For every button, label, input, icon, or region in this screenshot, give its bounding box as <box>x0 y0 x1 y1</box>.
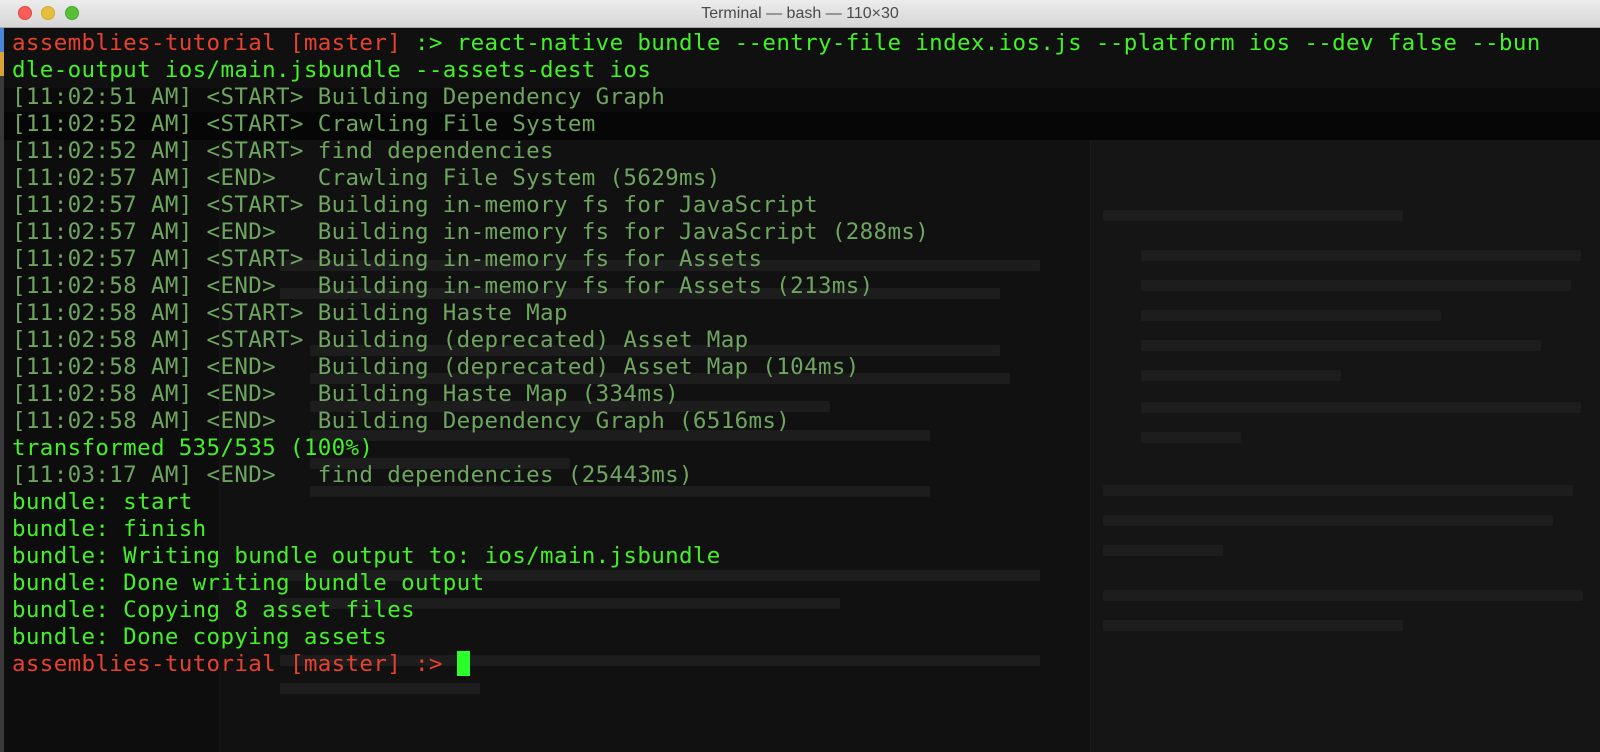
log-line: [11:02:58 AM] <END> Building (deprecated… <box>12 354 860 380</box>
log-line: [11:02:58 AM] <END> Building in-memory f… <box>12 273 874 299</box>
log-line: [11:02:52 AM] <START> Crawling File Syst… <box>12 111 596 137</box>
text-cursor <box>456 651 470 676</box>
prompt-dir: assemblies-tutorial <box>12 651 277 677</box>
log-line: [11:02:58 AM] <END> Building Dependency … <box>12 408 791 434</box>
log-line: [11:02:58 AM] <START> Building (deprecat… <box>12 327 749 353</box>
command-line: assemblies-tutorial [master] :> react-na… <box>12 30 1592 57</box>
bundle-line: bundle: Done copying assets <box>12 624 388 650</box>
bundle-line: bundle: start <box>12 489 193 515</box>
command-continuation: dle-output ios/main.jsbundle --assets-de… <box>12 57 652 83</box>
log-line: [11:02:51 AM] <START> Building Dependenc… <box>12 84 666 110</box>
bundle-line: bundle: Writing bundle output to: ios/ma… <box>12 543 721 569</box>
bundle-line: bundle: finish <box>12 516 207 542</box>
prompt-branch: [master] <box>289 651 402 677</box>
window-title: Terminal — bash — 110×30 <box>701 5 899 22</box>
terminal-screen[interactable]: assemblies-tutorial [master] :> react-na… <box>12 30 1592 678</box>
title-bar[interactable]: Terminal — bash — 110×30 <box>0 0 1600 28</box>
log-line: [11:02:57 AM] <START> Building in-memory… <box>12 192 818 218</box>
terminal-window: Terminal — bash — 110×30 assemblies-tuto… <box>0 0 1600 752</box>
prompt-dir: assemblies-tutorial <box>12 30 277 56</box>
bundle-line: bundle: Copying 8 asset files <box>12 597 415 623</box>
log-line: [11:02:58 AM] <END> Building Haste Map (… <box>12 381 680 407</box>
prompt-branch: [master] <box>289 30 402 56</box>
log-line: [11:03:17 AM] <END> find dependencies (2… <box>12 462 693 488</box>
log-line: [11:02:57 AM] <END> Crawling File System… <box>12 165 721 191</box>
log-line: [11:02:57 AM] <START> Building in-memory… <box>12 246 763 272</box>
log-line: [11:02:57 AM] <END> Building in-memory f… <box>12 219 930 245</box>
prompt-symbol: :> <box>415 651 443 677</box>
prompt-symbol: :> <box>415 30 443 56</box>
log-line: [11:02:58 AM] <START> Building Haste Map <box>12 300 568 326</box>
transform-progress-line: transformed 535/535 (100%) <box>12 435 374 461</box>
prompt-line[interactable]: assemblies-tutorial [master] :> <box>12 651 1592 678</box>
log-line: [11:02:52 AM] <START> find dependencies <box>12 138 554 164</box>
command-text: react-native bundle --entry-file index.i… <box>442 30 1541 56</box>
bundle-line: bundle: Done writing bundle output <box>12 570 485 596</box>
